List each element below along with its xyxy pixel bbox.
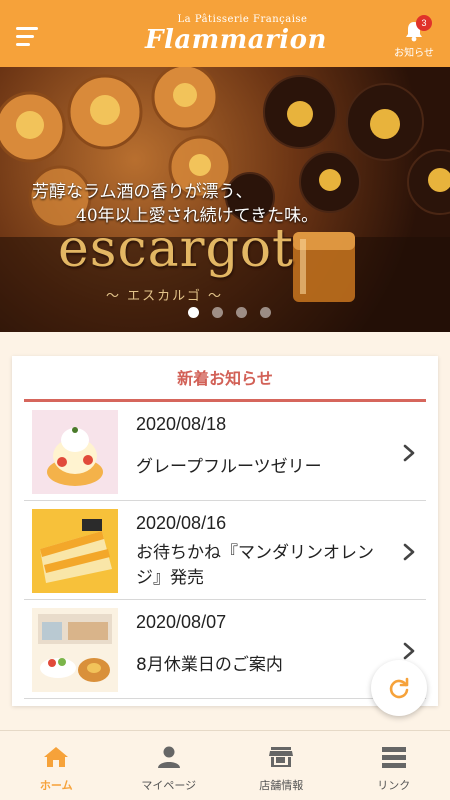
list-icon bbox=[381, 747, 406, 768]
logo-title: Flammarion bbox=[145, 25, 327, 55]
carousel-dot[interactable] bbox=[260, 307, 271, 318]
chevron-right-icon bbox=[403, 543, 415, 561]
tab-label: マイページ bbox=[141, 779, 197, 792]
carousel-dot[interactable] bbox=[188, 307, 199, 318]
tab-mypage[interactable]: マイページ bbox=[113, 731, 226, 800]
tab-label: リンク bbox=[377, 779, 411, 792]
tab-label: ホーム bbox=[39, 779, 73, 792]
news-item[interactable]: 2020/08/16 お待ちかね『マンダリンオレンジ』発売 bbox=[24, 501, 426, 600]
notifications-label: お知らせ bbox=[394, 48, 434, 59]
news-title: グレープフルーツゼリー bbox=[136, 456, 322, 477]
news-date: 2020/08/18 bbox=[136, 414, 227, 434]
bell-icon: 3 bbox=[404, 15, 432, 42]
news-date: 2020/08/16 bbox=[136, 513, 227, 533]
news-heading: 新着お知らせ bbox=[24, 356, 426, 402]
carousel-dot[interactable] bbox=[212, 307, 223, 318]
store-icon bbox=[269, 747, 294, 767]
notification-badge: 3 bbox=[416, 15, 432, 31]
carousel-indicators bbox=[188, 307, 284, 318]
notifications-button[interactable]: 3 お知らせ bbox=[392, 15, 436, 59]
news-thumbnail bbox=[32, 608, 118, 692]
bottom-tab-bar: ホーム マイページ 店舗情報 リンク bbox=[0, 730, 450, 800]
brand-logo: La Pâtisserie Française Flammarion bbox=[145, 14, 327, 55]
refresh-button[interactable] bbox=[371, 660, 427, 716]
banner-subtitle: ～ エスカルゴ ～ bbox=[106, 289, 224, 304]
news-item[interactable]: 2020/08/07 8月休業日のご案内 bbox=[24, 600, 426, 699]
banner-tagline-1: 芳醇なラム酒の香りが漂う、 bbox=[32, 182, 253, 202]
news-card: 新着お知らせ 2020/08/18 グレープフルーツゼリー 2020/08/16… bbox=[12, 356, 438, 706]
banner-title: escargot bbox=[58, 219, 294, 279]
chevron-right-icon bbox=[403, 642, 415, 660]
news-title: 8月休業日のご案内 bbox=[136, 654, 283, 675]
chevron-right-icon bbox=[403, 444, 415, 462]
news-title: お待ちかね『マンダリンオレンジ』発売 bbox=[136, 543, 374, 588]
news-thumbnail bbox=[32, 509, 118, 593]
tab-links[interactable]: リンク bbox=[338, 731, 450, 800]
news-thumbnail bbox=[32, 410, 118, 494]
tab-home[interactable]: ホーム bbox=[0, 731, 113, 800]
person-icon bbox=[157, 746, 180, 768]
hamburger-menu-icon[interactable] bbox=[16, 27, 38, 46]
promo-banner[interactable]: 芳醇なラム酒の香りが漂う、 40年以上愛され続けてきた味。 escargot ～… bbox=[0, 67, 450, 332]
home-icon bbox=[44, 747, 69, 767]
carousel-dot[interactable] bbox=[236, 307, 247, 318]
tab-store-info[interactable]: 店舗情報 bbox=[225, 731, 338, 800]
news-date: 2020/08/07 bbox=[136, 612, 227, 632]
news-item[interactable]: 2020/08/18 グレープフルーツゼリー bbox=[24, 402, 426, 501]
refresh-icon bbox=[389, 677, 409, 699]
app-header: La Pâtisserie Française Flammarion 3 お知ら… bbox=[0, 0, 450, 67]
tab-label: 店舗情報 bbox=[259, 779, 304, 792]
